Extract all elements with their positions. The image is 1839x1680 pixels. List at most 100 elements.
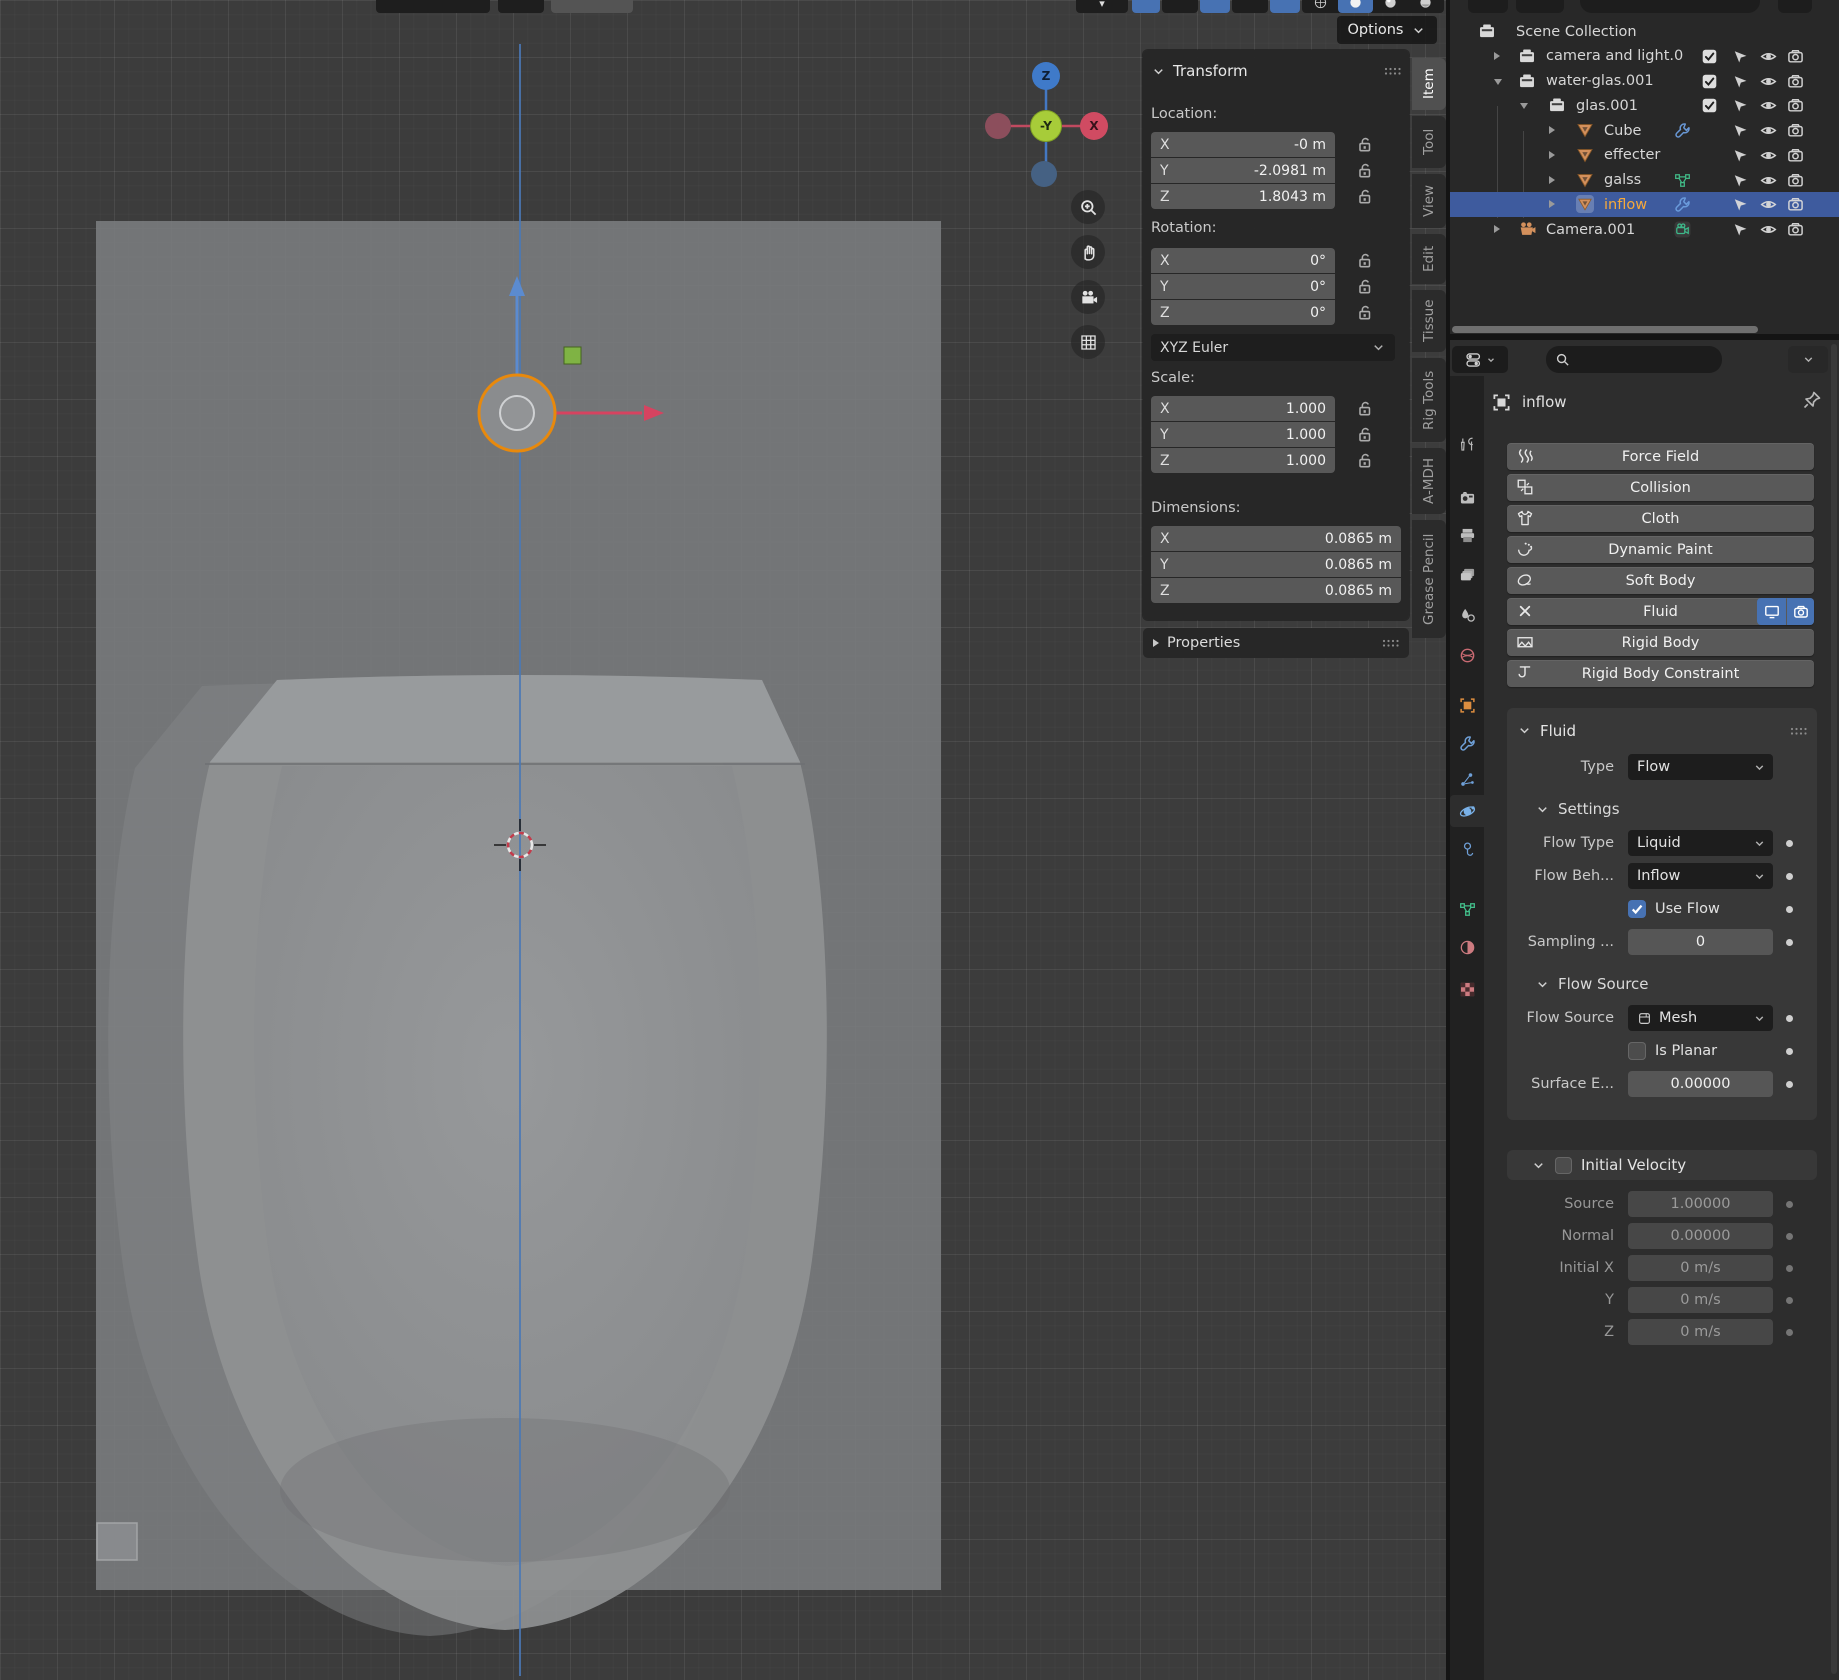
- soft-body-button[interactable]: Soft Body: [1507, 567, 1814, 594]
- cloth-button[interactable]: Cloth: [1507, 505, 1814, 532]
- selectable-toggle[interactable]: [1732, 196, 1749, 213]
- gizmo-neg-z-ball[interactable]: [1031, 161, 1057, 187]
- editor-type-button[interactable]: [1452, 346, 1508, 373]
- 3d-viewport[interactable]: ▾ Options Z X -Y: [0, 0, 1446, 1680]
- shading-rendered-icon[interactable]: [1408, 0, 1443, 13]
- decorator-dot[interactable]: [1786, 906, 1793, 913]
- force-field-button[interactable]: Force Field: [1507, 443, 1814, 470]
- magnet-toggle[interactable]: [1132, 0, 1160, 13]
- flow-type-dropdown[interactable]: Liquid: [1628, 830, 1773, 856]
- transform-orientation-button[interactable]: [376, 0, 490, 13]
- outliner-display-mode-button[interactable]: [1468, 0, 1508, 13]
- lock-open-icon[interactable]: [1355, 187, 1374, 206]
- wrench-icon[interactable]: [1674, 196, 1691, 213]
- fluid-panel-header[interactable]: Fluid: [1507, 717, 1817, 744]
- location-y-field[interactable]: Y-2.0981 m: [1151, 158, 1335, 183]
- panel-grip-icon[interactable]: [1384, 64, 1401, 78]
- sidebar-tab-tool[interactable]: Tool: [1412, 116, 1446, 168]
- decorator-dot[interactable]: [1786, 1233, 1793, 1240]
- hide-viewport-toggle[interactable]: [1760, 221, 1777, 238]
- gizmo-x-ball[interactable]: X: [1080, 112, 1108, 140]
- dynamic-paint-button[interactable]: Dynamic Paint: [1507, 536, 1814, 563]
- hide-viewport-toggle[interactable]: [1760, 122, 1777, 139]
- sidebar-tab-item[interactable]: Item: [1412, 58, 1446, 110]
- proportional-dropdown[interactable]: [1232, 0, 1268, 13]
- initial-velocity-checkbox[interactable]: [1555, 1157, 1572, 1174]
- flow-source-dropdown[interactable]: Mesh: [1628, 1005, 1773, 1031]
- tab-object[interactable]: [1450, 689, 1484, 721]
- checkbox-icon[interactable]: [1701, 97, 1718, 114]
- is-planar-checkbox[interactable]: [1628, 1042, 1646, 1060]
- properties-editor[interactable]: inflow Force FieldCollisionClothDynamic …: [1450, 340, 1839, 1680]
- sampling-substeps-field[interactable]: 0: [1628, 929, 1773, 955]
- use-flow-checkbox[interactable]: [1628, 900, 1646, 918]
- shading-wireframe-icon[interactable]: [1303, 0, 1338, 13]
- disclosure-down-icon[interactable]: [1520, 103, 1528, 109]
- disclosure-right-icon[interactable]: [1549, 126, 1555, 134]
- outliner-row-camera-and-light-0[interactable]: camera and light.0: [1450, 44, 1839, 69]
- rotation-x-field[interactable]: X0°: [1151, 248, 1335, 273]
- sidebar-tab-tissue[interactable]: Tissue: [1412, 290, 1446, 352]
- lock-open-icon[interactable]: [1355, 303, 1374, 322]
- hide-render-toggle[interactable]: [1787, 221, 1804, 238]
- hide-render-toggle[interactable]: [1787, 122, 1804, 139]
- outliner-search-input[interactable]: [1580, 0, 1760, 13]
- panel-grip-icon[interactable]: [1790, 724, 1807, 738]
- fluid-type-dropdown[interactable]: Flow: [1628, 754, 1773, 780]
- decorator-dot[interactable]: [1786, 1201, 1793, 1208]
- disclosure-down-icon[interactable]: [1494, 79, 1502, 85]
- gizmo-z-ball[interactable]: Z: [1032, 62, 1060, 90]
- lock-open-icon[interactable]: [1355, 399, 1374, 418]
- hide-render-toggle[interactable]: [1787, 97, 1804, 114]
- value-field[interactable]: 0 m/s: [1628, 1287, 1773, 1313]
- wrench-icon[interactable]: [1674, 122, 1691, 139]
- value-field[interactable]: 1.00000: [1628, 1191, 1773, 1217]
- outliner-row-effecter[interactable]: effecter: [1450, 143, 1839, 168]
- hide-viewport-toggle[interactable]: [1760, 48, 1777, 65]
- gizmo-neg-y-ball[interactable]: -Y: [1030, 110, 1062, 142]
- fluid-render-toggle[interactable]: [1787, 598, 1814, 625]
- hide-render-toggle[interactable]: [1787, 147, 1804, 164]
- rigid-body-button[interactable]: Rigid Body: [1507, 629, 1814, 656]
- value-field[interactable]: 0.00000: [1628, 1223, 1773, 1249]
- outliner-horizontal-scrollbar[interactable]: [1452, 326, 1758, 333]
- lock-open-icon[interactable]: [1355, 425, 1374, 444]
- options-button[interactable]: Options: [1337, 16, 1437, 44]
- outliner-filter-button[interactable]: [1778, 0, 1812, 13]
- selectable-toggle[interactable]: [1732, 73, 1749, 90]
- disclosure-right-icon[interactable]: [1549, 176, 1555, 184]
- hide-viewport-toggle[interactable]: [1760, 147, 1777, 164]
- location-x-field[interactable]: X-0 m: [1151, 132, 1335, 157]
- tab-object-data[interactable]: [1450, 893, 1484, 925]
- selectable-toggle[interactable]: [1732, 221, 1749, 238]
- scale-z-field[interactable]: Z1.000: [1151, 448, 1335, 473]
- dimension-y-field[interactable]: Y0.0865 m: [1151, 552, 1401, 577]
- flow-source-subpanel-header[interactable]: Flow Source: [1507, 971, 1817, 997]
- decorator-dot[interactable]: [1786, 873, 1793, 880]
- selectable-toggle[interactable]: [1732, 172, 1749, 189]
- outliner-row-galss[interactable]: galss: [1450, 168, 1839, 193]
- camera-view-button[interactable]: [1071, 280, 1105, 314]
- tab-physics[interactable]: [1450, 795, 1484, 827]
- tab-scene[interactable]: [1450, 599, 1484, 631]
- tab-tool[interactable]: [1450, 428, 1484, 460]
- snap-dropdown[interactable]: [1162, 0, 1198, 13]
- proportional-edit-button[interactable]: [498, 0, 544, 13]
- outliner-row-water-glas-001[interactable]: water-glas.001: [1450, 69, 1839, 94]
- effector-handle[interactable]: [564, 347, 581, 364]
- disclosure-right-icon[interactable]: [1549, 200, 1555, 208]
- lock-open-icon[interactable]: [1355, 135, 1374, 154]
- fluid-realtime-toggle[interactable]: [1757, 598, 1786, 625]
- scale-x-field[interactable]: X1.000: [1151, 396, 1335, 421]
- collision-button[interactable]: Collision: [1507, 474, 1814, 501]
- hide-viewport-toggle[interactable]: [1760, 73, 1777, 90]
- tab-view-layer[interactable]: [1450, 559, 1484, 591]
- lock-open-icon[interactable]: [1355, 451, 1374, 470]
- meshdata-icon[interactable]: [1674, 172, 1691, 189]
- location-z-field[interactable]: Z1.8043 m: [1151, 184, 1335, 209]
- rotation-z-field[interactable]: Z0°: [1151, 300, 1335, 325]
- hide-viewport-toggle[interactable]: [1760, 196, 1777, 213]
- surface-emission-field[interactable]: 0.00000: [1628, 1071, 1773, 1097]
- outliner-row-inflow[interactable]: inflow: [1450, 192, 1839, 217]
- tab-render[interactable]: [1450, 481, 1484, 513]
